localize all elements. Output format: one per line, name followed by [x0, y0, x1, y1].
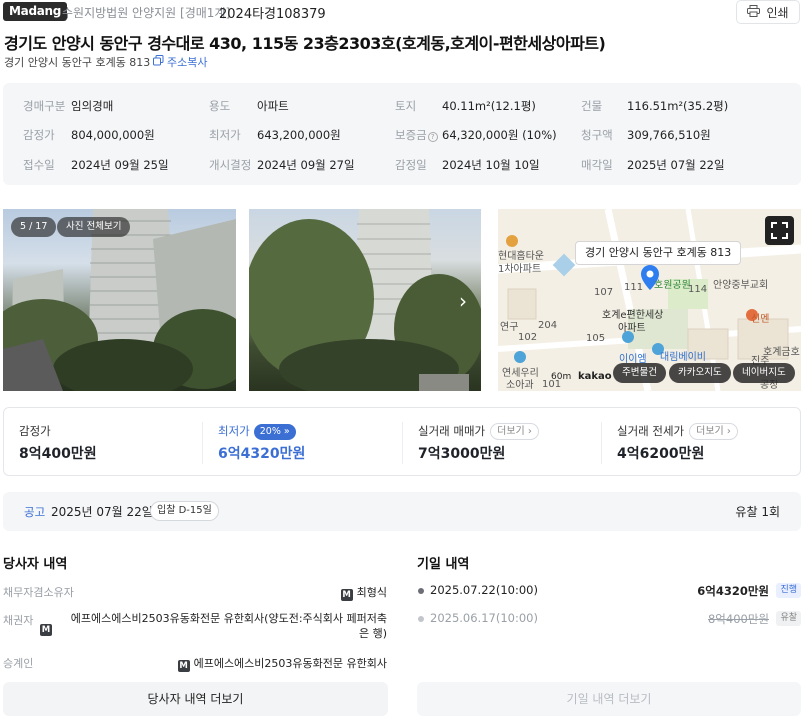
status-badge: 진행 [776, 583, 801, 598]
property-photo-2[interactable]: › [249, 209, 481, 391]
party-key: 채권자 [3, 614, 34, 627]
jeonse-price-value: 4억6200만원 [617, 446, 705, 462]
party-key: 승계인 [3, 657, 34, 670]
appraised-cell: 감정가 804,000,000원 [23, 128, 155, 142]
map-label: 102 [518, 332, 538, 343]
notice-label: 공고 [24, 505, 46, 519]
map-label: 대림베이비 [660, 352, 706, 363]
case-number: 2024타경108379 [219, 7, 326, 22]
map-label: 1차아파트 [498, 264, 542, 275]
print-button[interactable]: 인쇄 [736, 0, 800, 24]
appraised-price-value: 8억400만원 [19, 446, 97, 462]
m-badge-icon: M [340, 589, 353, 601]
building-cell: 건물 116.51m²(35.2평) [581, 99, 729, 113]
appraised-price-label: 감정가 [19, 424, 51, 438]
divider [601, 422, 602, 464]
naver-map-button[interactable]: 네이버지도 [733, 363, 795, 383]
parties-more-button[interactable]: 당사자 내역 더보기 [3, 682, 388, 716]
history-title: 기일 내역 [417, 557, 470, 572]
price-summary-card: 감정가 8억400만원 최저가 20% » 6억4320만원 실거래 매매가 더보기… [3, 407, 801, 476]
party-value: 에프에스에스비2503유동화전문 유한회사(양도전:주식회사 페퍼저축은 행) [70, 612, 387, 640]
history-row: 2025.06.17(10:00) 8억400만원 유찰 [417, 611, 801, 627]
m-badge-icon: M [40, 624, 52, 636]
party-value: M 에프에스에스비2503유동화전문 유한회사 [177, 657, 387, 672]
page-title: 경기도 안양시 동안구 경수대로 430, 115동 23층2303호(호계동,… [4, 34, 606, 53]
status-badge: 유찰 [776, 611, 801, 626]
map-label: 114 [688, 284, 708, 295]
timeline-dot-icon [418, 616, 424, 622]
fail-count: 유찰 1회 [735, 505, 780, 519]
map-label: 107 [594, 287, 614, 298]
started-cell: 개시결정 2024년 09월 27일 [209, 158, 355, 172]
expand-icon [771, 222, 788, 239]
appraisal-date-cell: 감정일 2024년 10월 10일 [395, 158, 540, 172]
map-label: 신멘 [751, 314, 770, 325]
min-price-cell: 최저가 643,200,000원 [209, 128, 341, 142]
party-value: M 최형식 [340, 586, 387, 601]
history-date: 2025.07.22(10:00) [430, 583, 538, 597]
kakao-map-logo: kakao [578, 371, 612, 382]
map-label: 호원공원 [654, 280, 691, 291]
map-address-tooltip: 경기 안양시 동안구 호계동 813 [575, 241, 742, 265]
history-price: 8억400만원 [707, 612, 769, 626]
notice-bar: 공고 2025년 07월 22일 입찰 D-15일 유찰 1회 [3, 492, 801, 531]
divider [402, 422, 403, 464]
photo-counter: 5 / 17 [11, 217, 57, 237]
history-more-button[interactable]: 기일 내역 더보기 [417, 682, 801, 716]
timeline-dot-icon [418, 588, 424, 594]
address-short: 경기 안양시 동안구 호계동 813 [4, 56, 151, 69]
land-cell: 토지 40.11m²(12.1평) [395, 99, 536, 113]
divider [202, 422, 203, 464]
jeonse-more-button[interactable]: 더보기 › [689, 423, 738, 440]
case-summary-card: 경매구분 임의경매 용도 아파트 토지 40.11m²(12.1평) 건물 116.51… [3, 83, 801, 185]
parties-title: 당사자 내역 [3, 557, 68, 572]
sale-date-cell: 매각일 2025년 07월 22일 [581, 158, 725, 172]
notice-date: 2025년 07월 22일 [51, 505, 153, 519]
double-chevron-down-icon: » [283, 426, 290, 437]
print-label: 인쇄 [766, 5, 789, 20]
trade-price-value: 7억3000만원 [418, 446, 506, 462]
next-photo-chevron-icon[interactable]: › [459, 289, 467, 313]
min-price-label: 최저가 [218, 424, 250, 438]
map-label: 안양중부교회 [713, 280, 769, 291]
claim-cell: 청구액 309,766,510원 [581, 128, 711, 142]
map-label: 111 [624, 282, 644, 293]
map-label: 105 [586, 333, 606, 344]
help-icon[interactable]: ? [427, 132, 438, 142]
received-cell: 접수일 2024년 09월 25일 [23, 158, 169, 172]
trade-price-label: 실거래 매매가 [418, 424, 486, 438]
map-label: 아파트 [618, 323, 646, 334]
jeonse-price-label: 실거래 전세가 [617, 424, 685, 438]
court-name: 수원지방법원 안양지원 [경매1계] [62, 6, 231, 20]
copy-address-label: 주소복사 [167, 56, 208, 69]
auction-type-cell: 경매구분 임의경매 [23, 99, 114, 113]
map-label: 연구 [500, 322, 519, 333]
photo-2-illustration [249, 209, 481, 391]
party-key: 채무자겸소유자 [3, 586, 74, 599]
trade-more-button[interactable]: 더보기 › [490, 423, 539, 440]
use-cell: 용도 아파트 [209, 99, 289, 113]
expand-map-button[interactable] [765, 216, 794, 245]
top-bar: Madang 수원지방법원 안양지원 [경매1계] 2024타경108379 인… [0, 0, 804, 24]
min-price-value: 6억4320만원 [218, 446, 306, 462]
dday-badge: 입찰 D-15일 [150, 501, 219, 521]
min-price-percent-badge: 20% » [253, 424, 296, 440]
history-row: 2025.07.22(10:00) 6억4320만원 진행 [417, 583, 801, 599]
brand-logo[interactable]: Madang [3, 2, 68, 21]
map-label: 소아과 [506, 380, 534, 391]
map-label: 204 [538, 320, 558, 331]
deposit-cell: 보증금? 64,320,000원 (10%) [395, 128, 557, 142]
kakao-map-button[interactable]: 카카오지도 [669, 363, 731, 383]
copy-address-button[interactable]: 주소복사 [153, 54, 207, 70]
property-photo-1[interactable]: 5 / 17 사진 전체보기 [3, 209, 236, 391]
nearby-properties-button[interactable]: 주변물건 [613, 363, 666, 383]
view-all-photos-button[interactable]: 사진 전체보기 [57, 217, 131, 237]
map-scale: 60m [551, 372, 572, 382]
history-price: 6억4320만원 [697, 584, 769, 598]
copy-icon [153, 55, 164, 69]
printer-icon [747, 4, 761, 20]
history-date: 2025.06.17(10:00) [430, 611, 538, 625]
m-badge-icon: M [177, 660, 190, 672]
